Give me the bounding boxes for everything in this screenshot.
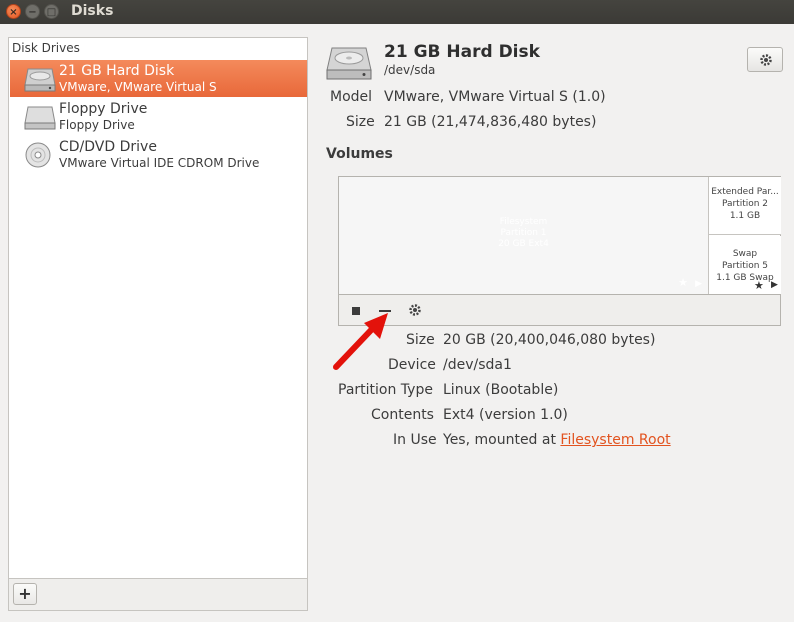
play-icon: ▶	[771, 280, 778, 290]
drive-item-cd-dvd[interactable]: CD/DVD Drive VMware Virtual IDE CDROM Dr…	[10, 136, 307, 173]
drive-name: Floppy Drive	[59, 101, 148, 117]
partition-line: Partition 1	[500, 228, 547, 238]
partition-1-label: Filesystem Partition 1 20 GB Ext4	[339, 217, 708, 250]
partition-line: Filesystem	[499, 217, 548, 227]
close-window-button[interactable]: ×	[6, 4, 21, 19]
disk-drives-panel: Disk Drives 21 GB Hard Disk VMware, VMwa…	[8, 37, 308, 579]
drive-item-floppy[interactable]: Floppy Drive Floppy Drive	[10, 98, 307, 135]
in-use-value: Yes, mounted at Filesystem Root	[443, 432, 671, 448]
gear-icon	[760, 54, 772, 66]
partition-line: 1.1 GB	[729, 211, 761, 221]
model-label: Model	[330, 89, 373, 105]
drive-name: 21 GB Hard Disk	[59, 63, 175, 79]
drive-name: CD/DVD Drive	[59, 139, 157, 155]
drive-subtitle: VMware, VMware Virtual S	[59, 80, 217, 94]
partition-type-value: Linux (Bootable)	[443, 382, 559, 398]
maximize-window-button[interactable]: □	[44, 4, 59, 19]
partition-line: Partition 2	[721, 199, 769, 209]
disk-drives-toolbar: +	[8, 579, 308, 611]
title-bar: × − □ Disks	[0, 0, 794, 24]
volume-map: Filesystem Partition 1 20 GB Ext4 ★ ▶ Ex…	[338, 176, 781, 295]
contents-value: Ext4 (version 1.0)	[443, 407, 568, 423]
model-value: VMware, VMware Virtual S (1.0)	[384, 89, 606, 105]
play-icon: ▶	[695, 279, 702, 289]
add-button[interactable]: +	[13, 583, 37, 605]
partition-type-label: Partition Type	[338, 382, 433, 398]
minimize-window-button[interactable]: −	[25, 4, 40, 19]
partition-2-block[interactable]: Extended Par... Partition 2 1.1 GB	[709, 177, 781, 235]
hard-disk-icon	[24, 68, 56, 92]
optical-drive-icon	[25, 142, 51, 168]
partition-line: Partition 5	[721, 261, 769, 271]
volumes-heading: Volumes	[326, 146, 393, 162]
in-use-prefix: Yes, mounted at	[443, 432, 561, 448]
drive-subtitle: VMware Virtual IDE CDROM Drive	[59, 156, 260, 170]
window-title: Disks	[71, 3, 114, 19]
disk-size-value: 21 GB (21,474,836,480 bytes)	[384, 114, 597, 130]
partition-size-label: Size	[406, 332, 435, 348]
star-icon: ★	[754, 279, 764, 292]
device-value: /dev/sda1	[443, 357, 512, 373]
volume-toolbar	[338, 295, 781, 326]
filesystem-root-link[interactable]: Filesystem Root	[560, 432, 670, 448]
disk-settings-button[interactable]	[747, 47, 783, 72]
floppy-drive-icon	[24, 106, 56, 130]
disk-title: 21 GB Hard Disk	[384, 42, 540, 62]
star-icon: ★	[678, 276, 688, 289]
partition-line: Extended Par...	[711, 187, 779, 197]
contents-label: Contents	[371, 407, 434, 423]
partition-size-value: 20 GB (20,400,046,080 bytes)	[443, 332, 656, 348]
device-label: Device	[388, 357, 436, 373]
gear-icon[interactable]	[407, 302, 423, 318]
drive-item-hard-disk[interactable]: 21 GB Hard Disk VMware, VMware Virtual S	[10, 60, 307, 97]
partition-1-block[interactable]: Filesystem Partition 1 20 GB Ext4 ★ ▶	[339, 177, 708, 294]
drive-subtitle: Floppy Drive	[59, 118, 135, 132]
hard-disk-icon	[326, 47, 372, 80]
disk-drives-header: Disk Drives	[12, 41, 80, 55]
disk-device-path: /dev/sda	[384, 63, 436, 77]
in-use-label: In Use	[393, 432, 437, 448]
disk-size-label: Size	[346, 114, 375, 130]
partition-line: Swap	[732, 249, 758, 259]
partition-5-block[interactable]: Swap Partition 5 1.1 GB Swap ★ ▶	[709, 236, 781, 294]
partition-line: 20 GB Ext4	[498, 239, 549, 249]
